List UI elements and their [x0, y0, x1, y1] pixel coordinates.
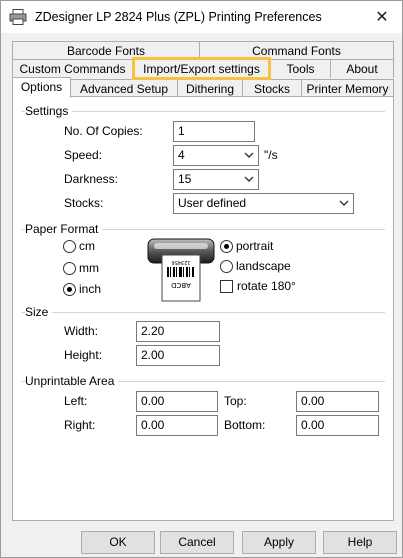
printing-preferences-window: ZDesigner LP 2824 Plus (ZPL) Printing Pr…	[0, 0, 403, 558]
rotate-180-label: rotate 180°	[237, 279, 296, 293]
tab-about[interactable]: About	[330, 59, 394, 78]
close-icon: ✕	[375, 9, 389, 26]
right-input[interactable]: 0.00	[136, 415, 218, 436]
label-preview-text: ABCD	[171, 281, 191, 289]
size-group-line	[21, 312, 385, 313]
settings-group-line	[21, 111, 385, 112]
copies-input[interactable]: 1	[173, 121, 255, 142]
unit-cm-radio[interactable]: cm	[63, 239, 95, 253]
checkbox-box	[220, 279, 233, 293]
darkness-label: Darkness:	[64, 172, 119, 186]
unit-mm-label: mm	[79, 261, 99, 275]
speed-unit: "/s	[264, 148, 278, 162]
tab-command-fonts[interactable]: Command Fonts	[199, 41, 394, 60]
title-bar[interactable]: ZDesigner LP 2824 Plus (ZPL) Printing Pr…	[1, 1, 402, 33]
unit-cm-label: cm	[79, 239, 95, 253]
darkness-value: 15	[178, 172, 192, 186]
label-printer-illustration: 123456 ABCD	[147, 238, 215, 302]
tab-label: Printer Memory	[306, 82, 389, 96]
bottom-label: Bottom:	[224, 418, 266, 432]
width-input[interactable]: 2.20	[136, 321, 220, 342]
radio-circle-selected	[220, 239, 233, 253]
bottom-input[interactable]: 0.00	[296, 415, 379, 436]
ok-button[interactable]: OK	[81, 531, 155, 554]
stocks-label: Stocks:	[64, 196, 104, 210]
window-title: ZDesigner LP 2824 Plus (ZPL) Printing Pr…	[35, 10, 322, 24]
options-panel: Settings No. Of Copies: 1 Speed: 4 "/s D…	[12, 96, 394, 521]
tab-label: Command Fonts	[252, 44, 341, 58]
right-label: Right:	[64, 418, 96, 432]
speed-label: Speed:	[64, 148, 103, 162]
landscape-radio[interactable]: landscape	[220, 259, 291, 273]
radio-circle	[63, 239, 76, 253]
unit-inch-radio[interactable]: inch	[63, 282, 101, 296]
portrait-radio[interactable]: portrait	[220, 239, 273, 253]
stocks-value: User defined	[178, 196, 247, 210]
cancel-button[interactable]: Cancel	[160, 531, 234, 554]
tab-label: Stocks	[253, 82, 290, 96]
help-button[interactable]: Help	[323, 531, 397, 554]
tab-label: Tools	[286, 62, 315, 76]
speed-value: 4	[178, 148, 185, 162]
paper-format-group-label: Paper Format	[25, 222, 103, 236]
tab-label: Advanced Setup	[79, 82, 169, 96]
tab-barcode-fonts[interactable]: Barcode Fonts	[12, 41, 200, 60]
label-preview-code: 123456	[171, 259, 190, 265]
radio-circle	[220, 259, 233, 273]
tab-tools[interactable]: Tools	[270, 59, 331, 78]
tab-import-export-settings[interactable]: Import/Export settings	[132, 59, 271, 78]
width-label: Width:	[64, 324, 99, 338]
tab-label: Custom Commands	[19, 62, 126, 76]
tab-label: Options	[20, 80, 63, 94]
radio-circle-selected	[63, 282, 76, 296]
left-input[interactable]: 0.00	[136, 391, 218, 412]
radio-circle	[63, 261, 76, 275]
darkness-select[interactable]: 15	[173, 169, 259, 190]
tab-options[interactable]: Options	[12, 77, 71, 98]
height-label: Height:	[64, 348, 103, 362]
top-label: Top:	[224, 394, 247, 408]
unit-mm-radio[interactable]: mm	[63, 261, 99, 275]
tab-label: About	[346, 62, 378, 76]
apply-button[interactable]: Apply	[242, 531, 316, 554]
tab-custom-commands[interactable]: Custom Commands	[12, 59, 133, 78]
left-label: Left:	[64, 394, 88, 408]
stocks-select[interactable]: User defined	[173, 193, 354, 214]
close-button[interactable]: ✕	[362, 1, 402, 33]
tab-label: Dithering	[185, 82, 235, 96]
settings-group-label: Settings	[25, 104, 73, 118]
size-group-label: Size	[25, 305, 53, 319]
landscape-label: landscape	[236, 259, 291, 273]
rotate-180-checkbox[interactable]: rotate 180°	[220, 279, 296, 293]
unprintable-group-label: Unprintable Area	[25, 374, 119, 388]
chevron-down-icon	[339, 200, 349, 206]
chevron-down-icon	[244, 176, 254, 182]
height-input[interactable]: 2.00	[136, 345, 220, 366]
copies-label: No. Of Copies:	[64, 124, 143, 138]
portrait-label: portrait	[236, 239, 274, 253]
top-input[interactable]: 0.00	[296, 391, 379, 412]
chevron-down-icon	[244, 152, 254, 158]
speed-select[interactable]: 4	[173, 145, 259, 166]
tab-label: Import/Export settings	[143, 62, 260, 76]
tab-label: Barcode Fonts	[66, 44, 146, 58]
unit-inch-label: inch	[79, 282, 102, 296]
printer-icon	[9, 9, 27, 25]
